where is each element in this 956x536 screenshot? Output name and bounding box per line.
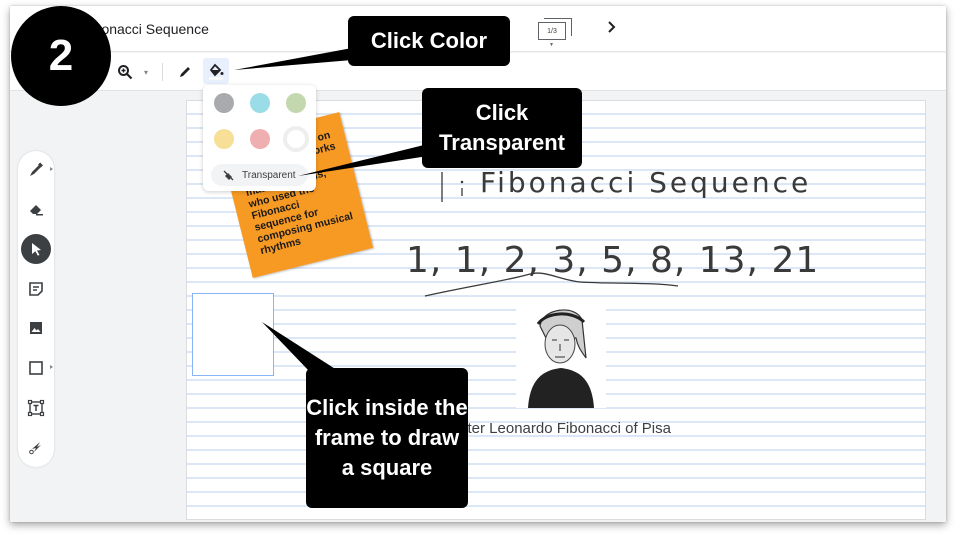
- drawing-frame[interactable]: [192, 293, 274, 376]
- transparent-label: Transparent: [242, 169, 296, 181]
- tool-shape[interactable]: [21, 353, 53, 383]
- tool-text-box[interactable]: [21, 393, 51, 423]
- step-number-badge: 2: [11, 6, 111, 106]
- handwriting-sequence-text: 1, 1, 2, 3, 5, 8, 13, 21, ...: [406, 240, 820, 281]
- swatch-white[interactable]: [283, 126, 309, 152]
- swatch-pink[interactable]: [250, 129, 270, 149]
- slide-counter-button[interactable]: 1/3 ▼: [538, 18, 572, 48]
- caret-down-icon: ▼: [549, 42, 554, 48]
- transparent-button[interactable]: Transparent: [211, 164, 308, 186]
- portrait-caption: after Leonardo Fibonacci of Pisa: [455, 420, 671, 437]
- tool-image[interactable]: [21, 313, 51, 343]
- color-picker-popup: Transparent: [203, 85, 316, 191]
- image-icon: [30, 322, 42, 334]
- swatch-cyan[interactable]: [250, 93, 270, 113]
- tool-select[interactable]: [21, 234, 51, 264]
- zoom-dropdown-caret[interactable]: ▾: [140, 61, 152, 83]
- pen-button[interactable]: [174, 61, 196, 83]
- screenshot-stage: Fibonacci Sequence 1/3 ▼ ▾ on works who …: [0, 0, 956, 536]
- fibonacci-portrait-image[interactable]: [516, 298, 606, 408]
- zoom-button[interactable]: [114, 61, 136, 83]
- submenu-arrow-icon: [50, 365, 53, 369]
- handwriting-ink[interactable]: Fibonacci Sequence 1, 1, 2, 3, 5, 8, 13,…: [400, 150, 820, 310]
- tool-laser[interactable]: [21, 432, 51, 462]
- callout-click-color: Click Color: [348, 16, 510, 66]
- handwriting-title-text: Fibonacci Sequence: [480, 166, 811, 199]
- slide-counter-label: 1/3: [538, 22, 566, 40]
- color-fill-button[interactable]: [203, 58, 229, 84]
- eraser-icon: [30, 205, 43, 216]
- callout-click-frame: Click inside the frame to draw a square: [306, 368, 468, 508]
- square-icon: [29, 361, 43, 375]
- color-fill-icon: [209, 63, 224, 80]
- zoom-in-icon: [118, 65, 133, 80]
- toolbar-divider: [162, 63, 163, 81]
- chevron-right-icon: [608, 21, 616, 33]
- tool-eraser[interactable]: [21, 194, 51, 224]
- callout-click-transparent: Click Transparent: [422, 88, 582, 168]
- submenu-arrow-icon: [50, 167, 53, 171]
- swatch-yellow[interactable]: [214, 129, 234, 149]
- tool-marker[interactable]: [21, 155, 53, 185]
- cursor-icon: [32, 243, 41, 256]
- laser-pointer-icon: [29, 442, 41, 455]
- tool-sticky-note[interactable]: [21, 274, 51, 304]
- swatch-green[interactable]: [286, 93, 306, 113]
- swatch-gray[interactable]: [214, 93, 234, 113]
- portrait-illustration: [516, 298, 606, 408]
- no-fill-icon: [223, 170, 234, 181]
- marker-icon: [30, 162, 43, 176]
- sticky-note-icon: [29, 282, 43, 296]
- handwriting-title: Fibonacci Sequence: [441, 166, 811, 202]
- next-slide-button[interactable]: [607, 20, 617, 37]
- tools-rail: [18, 151, 54, 467]
- text-box-icon: [27, 399, 45, 417]
- pen-icon: [180, 67, 190, 77]
